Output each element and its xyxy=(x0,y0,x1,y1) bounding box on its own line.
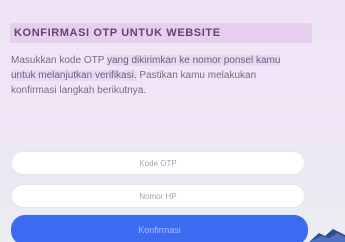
phone-number-input[interactable] xyxy=(11,184,305,208)
otp-confirmation-screen: KONFIRMASI OTP UNTUK WEBSITE Masukkan ko… xyxy=(0,0,345,242)
wave-decoration-icon xyxy=(309,229,345,242)
otp-code-input[interactable] xyxy=(11,151,305,175)
hero-section: KONFIRMASI OTP UNTUK WEBSITE Masukkan ko… xyxy=(0,0,345,136)
page-title: KONFIRMASI OTP UNTUK WEBSITE xyxy=(14,27,221,39)
confirm-button[interactable]: Konfirmasi xyxy=(11,215,308,242)
page-description: Masukkan kode OTP yang dikirimkan ke nom… xyxy=(11,53,301,98)
title-banner: KONFIRMASI OTP UNTUK WEBSITE xyxy=(10,23,312,43)
description-part-1: Masukkan kode OTP xyxy=(11,55,107,66)
corner-decoration xyxy=(309,225,345,242)
